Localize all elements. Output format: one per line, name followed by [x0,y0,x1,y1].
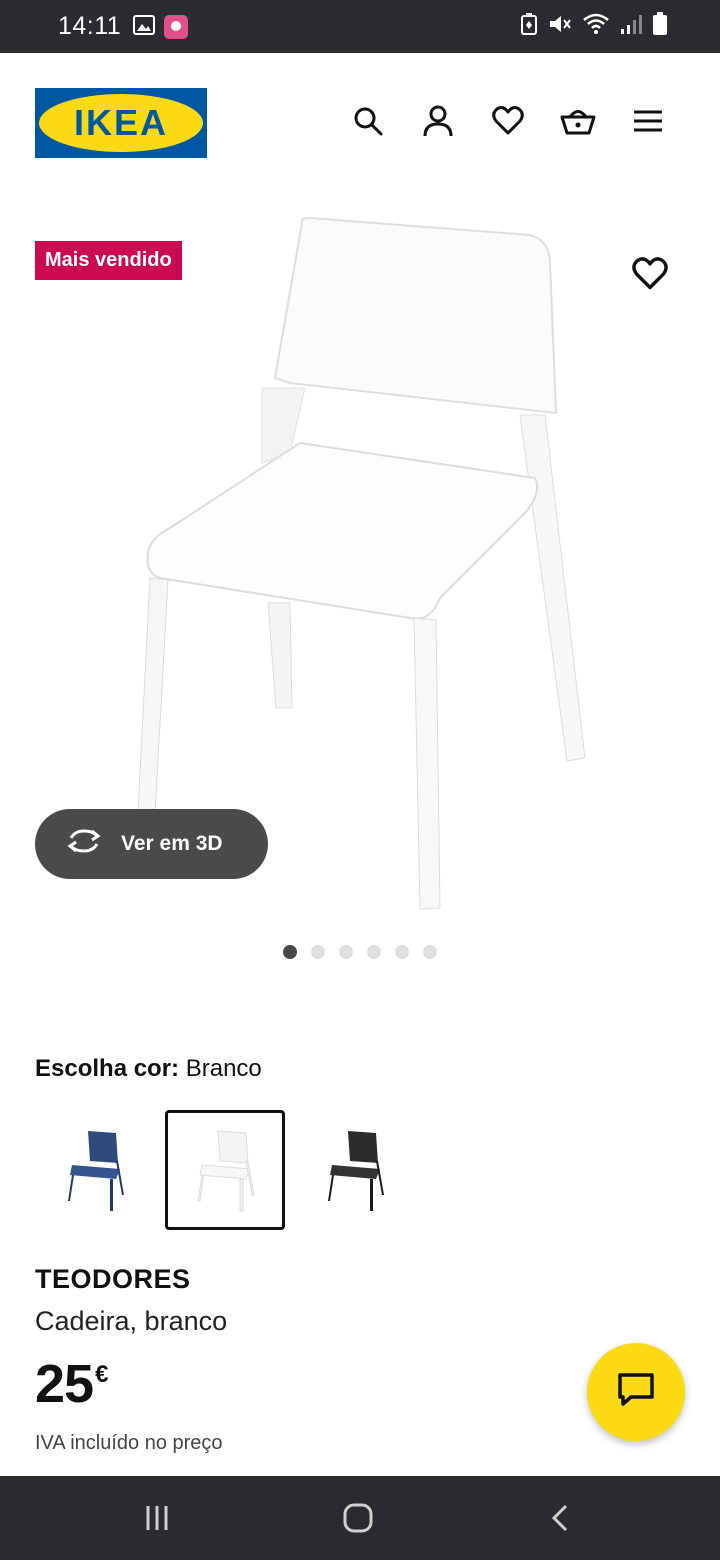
status-right-icons [520,12,668,41]
search-icon[interactable] [350,103,386,139]
carousel-dot[interactable] [283,945,297,959]
carousel-dots [283,945,437,959]
bestseller-badge: Mais vendido [35,241,182,280]
price-value: 25 [35,1354,94,1414]
rotate-3d-icon [65,828,103,860]
logo-text: IKEA [74,102,168,143]
battery-icon [652,12,668,41]
color-label: Escolha cor: Branco [35,1055,262,1083]
gallery-icon [133,14,155,45]
menu-icon[interactable] [630,103,666,139]
carousel-dot[interactable] [395,945,409,959]
color-option-white[interactable] [165,1110,285,1230]
signal-icon [620,13,642,40]
chat-icon [617,1372,655,1413]
carousel-dot[interactable] [367,945,381,959]
product-name: TEODORES [35,1264,191,1294]
back-icon[interactable] [540,1498,580,1538]
color-selected-value: Branco [185,1055,262,1082]
recent-apps-icon[interactable] [137,1498,177,1538]
vat-note: IVA incluído no preço [35,1432,223,1454]
favorites-icon[interactable] [490,103,526,139]
color-option-blue[interactable] [35,1110,155,1230]
cart-icon[interactable] [560,103,596,139]
color-swatches [35,1110,415,1230]
carousel-dot[interactable] [311,945,325,959]
status-time: 14:11 [58,12,122,40]
mute-icon [548,13,572,40]
product-description: Cadeira, branco [35,1306,228,1336]
add-to-favorites-icon[interactable] [632,257,668,293]
product-price: 25 € [35,1357,108,1411]
app-notification-icon [163,14,189,45]
status-left-icons [133,14,189,45]
chat-button[interactable] [587,1343,685,1441]
carousel-dot[interactable] [339,945,353,959]
profile-icon[interactable] [420,103,456,139]
view-3d-label: Ver em 3D [121,832,223,855]
app-header: IKEA [0,53,720,193]
ikea-logo[interactable]: IKEA [35,88,207,158]
view-3d-button[interactable]: Ver em 3D [35,809,268,879]
color-label-key: Escolha cor: [35,1055,180,1082]
status-bar: 14:11 [0,0,720,53]
wifi-icon [582,13,610,40]
home-icon[interactable] [338,1498,378,1538]
header-icons [350,103,666,139]
price-currency: € [95,1361,109,1388]
carousel-dot[interactable] [423,945,437,959]
system-nav-bar [0,1476,720,1560]
color-option-black[interactable] [295,1110,415,1230]
battery-saver-icon [520,13,538,40]
